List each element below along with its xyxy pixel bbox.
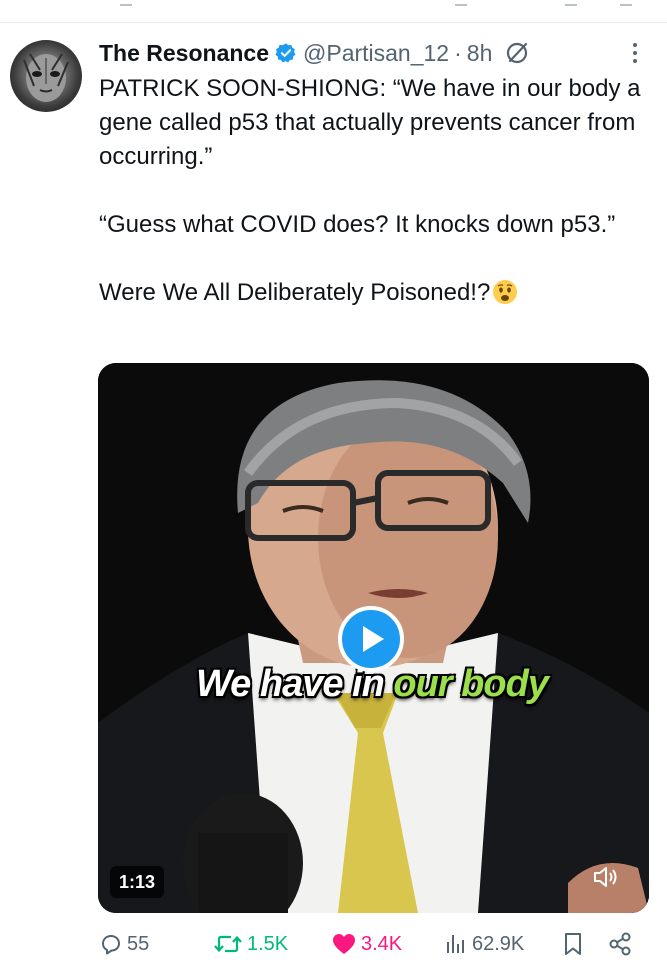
post-time[interactable]: 8h <box>467 40 493 67</box>
post-header: The Resonance @Partisan_12 · 8h <box>99 36 647 70</box>
avatar[interactable] <box>10 40 82 112</box>
repost-icon <box>214 935 242 953</box>
repost-button[interactable]: 1.5K <box>213 926 288 962</box>
author-handle[interactable]: @Partisan_12 <box>303 40 449 67</box>
post-text: PATRICK SOON-SHIONG: “We have in our bod… <box>99 72 654 310</box>
reply-count: 55 <box>127 932 150 955</box>
more-options-icon[interactable] <box>631 40 639 66</box>
ghost-icon <box>565 0 577 6</box>
caption-green-text: our body <box>393 663 549 705</box>
post-actions: 55 1.5K 3.4K 62.9K <box>99 926 659 962</box>
ghost-icon <box>120 0 132 6</box>
share-button[interactable] <box>607 926 637 962</box>
worried-face-emoji-icon <box>493 280 518 304</box>
reply-icon <box>102 935 120 955</box>
ghost-icon <box>620 0 632 6</box>
share-icon <box>609 932 631 956</box>
post-text-paragraph: Were We All Deliberately Poisoned!? <box>99 279 491 306</box>
grok-icon[interactable] <box>504 40 530 66</box>
ghost-icon <box>455 0 467 6</box>
author-name[interactable]: The Resonance <box>99 40 269 67</box>
repost-count: 1.5K <box>247 932 289 955</box>
verified-badge-icon <box>275 43 296 63</box>
like-count: 3.4K <box>361 932 403 955</box>
post-divider <box>0 22 667 23</box>
separator-dot: · <box>454 39 462 66</box>
heart-icon <box>333 934 355 954</box>
bookmark-button[interactable] <box>561 926 589 962</box>
post-text-paragraph: “Guess what COVID does? It knocks down p… <box>99 211 616 238</box>
reply-button[interactable]: 55 <box>99 926 149 962</box>
volume-icon[interactable] <box>591 863 619 891</box>
views-button[interactable]: 62.9K <box>444 926 524 962</box>
caption-white-text: We have in <box>196 663 385 705</box>
play-button[interactable] <box>338 606 404 672</box>
views-chart-icon <box>447 935 464 953</box>
video-duration: 1:13 <box>110 866 165 898</box>
views-count: 62.9K <box>472 932 525 955</box>
video-player[interactable]: We have in our body 1:13 <box>98 363 649 913</box>
previous-post-actions <box>0 0 667 10</box>
play-icon <box>363 626 384 652</box>
like-button[interactable]: 3.4K <box>331 926 402 962</box>
post-text-paragraph: PATRICK SOON-SHIONG: “We have in our bod… <box>99 75 648 170</box>
bookmark-icon <box>565 933 581 955</box>
